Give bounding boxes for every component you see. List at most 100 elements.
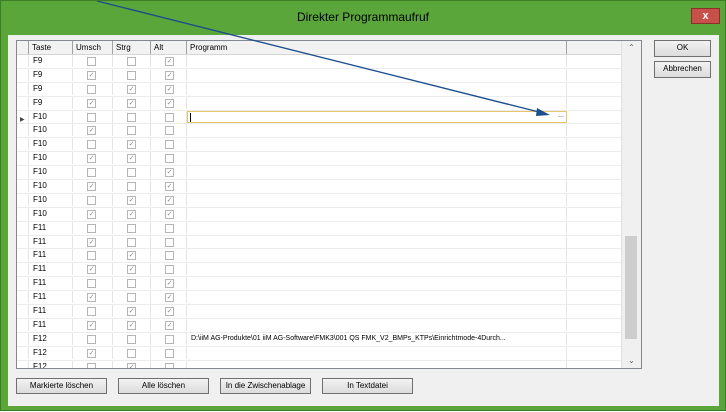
alt-checkbox[interactable]: ✓ (165, 293, 174, 303)
shift-checkbox[interactable]: ✓ (87, 293, 96, 303)
alt-checkbox[interactable]: ✓ (165, 168, 174, 178)
ctrl-checkbox[interactable] (127, 112, 136, 122)
program-cell[interactable] (187, 124, 567, 137)
table-row[interactable]: F9 ✓ ✓ (17, 68, 621, 83)
row-indicator[interactable] (17, 235, 29, 248)
row-indicator[interactable] (17, 263, 29, 276)
program-cell[interactable] (187, 180, 567, 193)
alt-checkbox[interactable] (165, 154, 174, 164)
program-cell[interactable] (187, 291, 567, 304)
header-program[interactable]: Programm (187, 41, 567, 54)
row-indicator[interactable] (17, 152, 29, 165)
scroll-up-icon[interactable]: ⌃ (622, 41, 641, 55)
ctrl-checkbox[interactable]: ✓ (127, 251, 136, 261)
shift-checkbox[interactable] (87, 251, 96, 261)
program-cell[interactable] (187, 96, 567, 109)
program-cell[interactable] (187, 221, 567, 234)
header-shift[interactable]: Umsch (73, 41, 113, 54)
shift-checkbox[interactable] (87, 84, 96, 94)
ctrl-checkbox[interactable] (127, 279, 136, 289)
table-row[interactable]: F11 ✓ ✓ ✓ (17, 318, 621, 333)
table-row[interactable]: F12 ✓ (17, 360, 621, 368)
shift-checkbox[interactable] (87, 195, 96, 205)
copy-to-clipboard-button[interactable]: In die Zwischenablage (220, 378, 311, 394)
ctrl-checkbox[interactable] (127, 348, 136, 358)
shift-checkbox[interactable]: ✓ (87, 209, 96, 219)
alt-checkbox[interactable] (165, 265, 174, 275)
scroll-thumb[interactable] (625, 236, 637, 339)
ctrl-checkbox[interactable]: ✓ (127, 98, 136, 108)
alt-checkbox[interactable]: ✓ (165, 57, 174, 66)
row-indicator[interactable]: ▶ (17, 110, 29, 123)
program-cell[interactable]: D:\iiM AG-Produkte\01 iiM AG-Software\FM… (187, 332, 567, 345)
row-indicator[interactable] (17, 82, 29, 95)
program-cell[interactable] (187, 277, 567, 290)
program-cell[interactable] (187, 263, 567, 276)
row-indicator[interactable] (17, 124, 29, 137)
program-cell[interactable] (187, 68, 567, 81)
ctrl-checkbox[interactable] (127, 223, 136, 233)
delete-marked-button[interactable]: Markierte löschen (16, 378, 107, 394)
ctrl-checkbox[interactable] (127, 57, 136, 66)
program-cell[interactable] (187, 346, 567, 359)
table-row[interactable]: F10 ✓ ✓ ✓ (17, 207, 621, 222)
program-cell[interactable] (187, 193, 567, 206)
delete-all-button[interactable]: Alle löschen (118, 378, 209, 394)
ctrl-checkbox[interactable]: ✓ (127, 154, 136, 164)
alt-checkbox[interactable]: ✓ (165, 307, 174, 317)
header-key[interactable]: Taste (29, 41, 73, 54)
ctrl-checkbox[interactable] (127, 334, 136, 344)
table-row[interactable]: F11 ✓ ✓ (17, 291, 621, 306)
shift-checkbox[interactable]: ✓ (87, 98, 96, 108)
table-row[interactable]: F11 ✓ (17, 235, 621, 250)
program-cell[interactable] (187, 207, 567, 220)
row-indicator[interactable] (17, 193, 29, 206)
row-indicator[interactable] (17, 138, 29, 151)
row-indicator[interactable] (17, 305, 29, 318)
table-row[interactable]: F10 ✓ (17, 124, 621, 139)
export-textfile-button[interactable]: In Textdatei (322, 378, 413, 394)
table-row[interactable]: F10 ✓ (17, 166, 621, 181)
alt-checkbox[interactable]: ✓ (165, 182, 174, 192)
program-cell[interactable] (187, 249, 567, 262)
program-cell[interactable] (187, 55, 567, 67)
row-indicator[interactable] (17, 346, 29, 359)
table-row[interactable]: F12 ✓ (17, 346, 621, 361)
row-indicator[interactable] (17, 96, 29, 109)
close-button[interactable]: x (691, 8, 720, 24)
shift-checkbox[interactable]: ✓ (87, 237, 96, 247)
table-row[interactable]: F12 D:\iiM AG-Produkte\01 iiM AG-Software… (17, 332, 621, 347)
program-cell[interactable] (187, 152, 567, 165)
program-cell[interactable] (187, 360, 567, 368)
alt-checkbox[interactable]: ✓ (165, 209, 174, 219)
alt-checkbox[interactable] (165, 140, 174, 150)
ctrl-checkbox[interactable]: ✓ (127, 140, 136, 150)
program-cell[interactable] (187, 305, 567, 318)
title-bar[interactable]: Direkter Programmaufruf x (1, 1, 725, 35)
alt-checkbox[interactable] (165, 237, 174, 247)
table-row[interactable]: F10 ✓ ✓ (17, 193, 621, 208)
shift-checkbox[interactable]: ✓ (87, 348, 96, 358)
shift-checkbox[interactable]: ✓ (87, 320, 96, 330)
alt-checkbox[interactable] (165, 334, 174, 344)
table-row[interactable]: F11 (17, 221, 621, 236)
program-cell[interactable] (187, 82, 567, 95)
shift-checkbox[interactable] (87, 112, 96, 122)
shift-checkbox[interactable] (87, 362, 96, 368)
alt-checkbox[interactable]: ✓ (165, 320, 174, 330)
row-indicator[interactable] (17, 291, 29, 304)
row-indicator[interactable] (17, 207, 29, 220)
ctrl-checkbox[interactable]: ✓ (127, 84, 136, 94)
table-row[interactable]: F10 ✓ (17, 138, 621, 153)
program-cell[interactable] (187, 138, 567, 151)
ok-button[interactable]: OK (654, 40, 711, 57)
browse-button[interactable]: ... (558, 112, 564, 119)
table-row[interactable]: F11 ✓ ✓ (17, 305, 621, 319)
program-path-input[interactable]: ... (187, 110, 567, 123)
table-row[interactable]: F11 ✓ (17, 277, 621, 292)
alt-checkbox[interactable] (165, 362, 174, 368)
ctrl-checkbox[interactable] (127, 182, 136, 192)
row-indicator[interactable] (17, 332, 29, 345)
alt-checkbox[interactable] (165, 251, 174, 261)
table-row[interactable]: F9 ✓ (17, 55, 621, 69)
